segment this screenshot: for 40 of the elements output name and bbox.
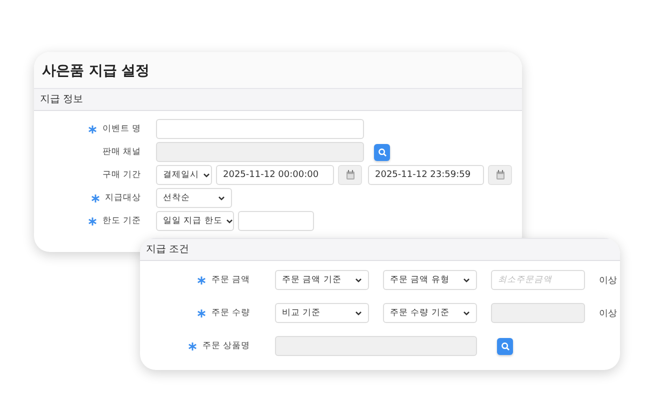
calendar-icon: [496, 170, 504, 180]
unit-label: 이상: [599, 274, 617, 286]
section-header: 지급 조건: [140, 238, 620, 261]
dropdown[interactable]: 일일 지급 한도: [156, 211, 234, 231]
field-label: 주문 수량: [211, 307, 250, 319]
chevron-icon: [355, 310, 362, 316]
chevron-icon: [463, 310, 470, 316]
input-field[interactable]: [156, 119, 364, 139]
dropdown[interactable]: 주문 수량 기준: [383, 303, 477, 323]
chevron-icon: [355, 278, 362, 282]
input-field[interactable]: [238, 211, 314, 231]
dropdown[interactable]: 주문 금액 기준: [275, 270, 369, 290]
section-header: 지급 정보: [34, 88, 522, 111]
chevron-icon: [218, 196, 225, 200]
search-icon: [500, 342, 510, 350]
dropdown[interactable]: 결제일시: [156, 165, 212, 185]
calendar-button[interactable]: [488, 165, 512, 185]
page-title: 사은품 지급 설정: [34, 52, 522, 88]
date-field[interactable]: 2025-11-12 00:00:00: [216, 165, 334, 185]
field-label: 주문 금액: [211, 274, 250, 286]
chevron-icon: [463, 278, 470, 282]
field-label: 판매 채널: [102, 146, 141, 158]
input-field[interactable]: 최소주문금액: [491, 270, 585, 290]
search-button[interactable]: [497, 338, 513, 354]
calendar-button[interactable]: [338, 165, 362, 185]
field-label: 이벤트 명: [102, 123, 141, 135]
field-label: 한도 기준: [102, 215, 141, 227]
search-button[interactable]: [374, 144, 390, 160]
chevron-icon: [203, 172, 210, 178]
dropdown[interactable]: 선착순: [156, 188, 232, 208]
field-label: 주문 상품명: [202, 340, 250, 352]
chevron-icon: [226, 218, 234, 224]
field-label: 지급대상: [105, 192, 141, 204]
dropdown[interactable]: 주문 금액 유형: [383, 270, 477, 290]
calendar-icon: [346, 170, 354, 180]
dropdown[interactable]: 비교 기준: [275, 303, 369, 323]
field-label: 구매 기간: [102, 169, 141, 181]
unit-label: 이상: [599, 308, 617, 320]
date-field[interactable]: 2025-11-12 23:59:59: [368, 165, 484, 185]
search-icon: [378, 148, 386, 156]
